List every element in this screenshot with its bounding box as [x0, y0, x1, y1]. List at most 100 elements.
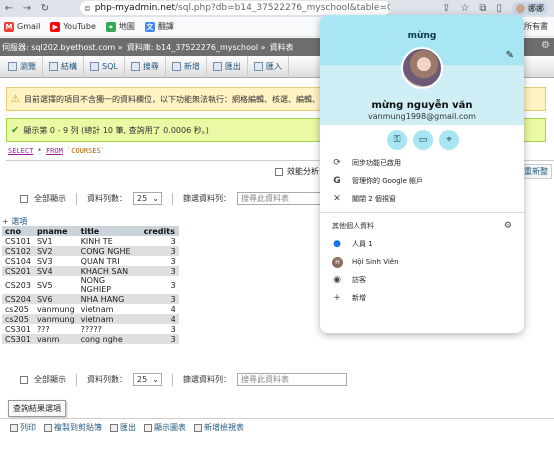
- key-icon[interactable]: ⚿: [387, 130, 407, 150]
- cell: CONG NGHE: [77, 246, 141, 256]
- cell: CS301: [2, 334, 34, 344]
- structure-icon: [49, 62, 58, 71]
- cell: SV4: [33, 266, 78, 276]
- cell: vanm: [33, 334, 78, 344]
- cell: NONG NGHIEP: [77, 276, 141, 294]
- column-header[interactable]: title: [77, 226, 141, 236]
- row-count-value: 25: [137, 375, 148, 384]
- bookmark-label: 地圖: [118, 22, 135, 31]
- show-all-checkbox[interactable]: [20, 375, 28, 384]
- print-icon: [10, 423, 18, 432]
- chart-button[interactable]: 顯示圖表: [144, 422, 186, 433]
- breadcrumb-server[interactable]: 伺服器: sql202.byethost.com »: [2, 42, 123, 53]
- column-header[interactable]: credits: [140, 226, 179, 236]
- extensions-icon[interactable]: ⧉: [479, 3, 486, 14]
- sidepanel-icon[interactable]: ▯: [496, 3, 502, 14]
- profile-popup: mừng ✎ mừng nguyễn văn vanmung1998@gmail…: [320, 15, 524, 333]
- tab-import[interactable]: 匯入: [248, 55, 289, 78]
- profile-item-hoi-sinh-vien[interactable]: H Hội Sinh Viên: [320, 253, 524, 271]
- action-label: 複製到剪貼簿: [54, 423, 102, 432]
- bookmark-gmail[interactable]: M Gmail: [4, 21, 40, 32]
- tab-search[interactable]: 搜尋: [125, 55, 166, 78]
- breadcrumb-table[interactable]: 資料表: [270, 42, 294, 53]
- view-icon: [194, 423, 202, 432]
- card-icon[interactable]: ▭: [413, 130, 433, 150]
- breadcrumb-db[interactable]: 資料庫: b14_37522276_myschool »: [127, 42, 266, 53]
- column-header[interactable]: cno: [2, 226, 34, 236]
- column-header[interactable]: pname: [33, 226, 78, 236]
- row-count-label: 資料列數：: [87, 375, 127, 384]
- profile-item-person1[interactable]: ● 人員 1: [320, 235, 524, 253]
- show-all-label: 全部顯示: [34, 375, 66, 384]
- tab-export[interactable]: 匯出: [207, 55, 248, 78]
- profile-button[interactable]: 娜娜: [512, 2, 548, 15]
- bookmark-label: YouTube: [63, 22, 96, 31]
- row-count-select[interactable]: 25 ⌄: [133, 192, 162, 205]
- row-count-select[interactable]: 25 ⌄: [133, 373, 162, 386]
- guest-item[interactable]: ◉ 訪客: [320, 271, 524, 289]
- divider: [76, 192, 77, 205]
- bookmark-maps[interactable]: ⌖ 地圖: [105, 21, 135, 32]
- add-profile-item[interactable]: + 新增: [320, 289, 524, 307]
- edit-icon[interactable]: ✎: [506, 50, 514, 61]
- profiling-label: 效能分析: [287, 167, 319, 176]
- cell: SV2: [33, 246, 78, 256]
- show-all-checkbox[interactable]: [20, 194, 28, 203]
- check-icon: ✔: [11, 124, 20, 136]
- location-icon[interactable]: ⌖: [439, 130, 459, 150]
- filter-input[interactable]: 搜尋此資料表: [237, 373, 347, 386]
- youtube-icon: ▶: [50, 21, 61, 32]
- cell: 3: [140, 294, 179, 304]
- gear-icon[interactable]: ⚙: [541, 40, 550, 51]
- close-windows-item[interactable]: ✕ 關閉 2 個視窗: [320, 190, 524, 208]
- chevron-down-icon: ⌄: [152, 375, 159, 384]
- gmail-icon: M: [4, 21, 14, 32]
- all-bookmarks[interactable]: 所有書: [524, 21, 548, 32]
- tab-insert[interactable]: 新增: [166, 55, 207, 78]
- tab-sql[interactable]: SQL: [84, 55, 125, 78]
- cell: ???: [33, 324, 78, 334]
- back-icon[interactable]: ←: [0, 3, 18, 14]
- table-row: CS301???????? 3: [2, 324, 179, 334]
- share-icon[interactable]: ⇪: [442, 3, 450, 14]
- tab-label: 瀏覽: [20, 62, 36, 71]
- print-button[interactable]: 列印: [10, 422, 36, 433]
- browse-icon: [8, 62, 17, 71]
- chart-icon: [144, 423, 152, 432]
- export-button[interactable]: 匯出: [110, 422, 136, 433]
- profile-label: 娜娜: [528, 4, 544, 13]
- cell: SV5: [33, 276, 78, 294]
- star-icon[interactable]: ☆: [460, 3, 469, 14]
- sync-item[interactable]: ⟳ 同步功能已啟用: [320, 154, 524, 172]
- reload-icon[interactable]: ↻: [36, 3, 54, 14]
- gear-icon[interactable]: ⚙: [504, 221, 512, 231]
- cell: SV6: [33, 294, 78, 304]
- cell: vietnam: [77, 314, 141, 324]
- copy-clipboard-button[interactable]: 複製到剪貼簿: [44, 422, 102, 433]
- bookmark-youtube[interactable]: ▶ YouTube: [50, 21, 96, 32]
- site-info-icon[interactable]: ⊜: [84, 4, 91, 13]
- table-row: CS204 SV6 NHA HANG 3: [2, 294, 179, 304]
- profiling-checkbox[interactable]: [275, 167, 283, 176]
- table-controls-bottom: 全部顯示 資料列數： 25 ⌄ 篩選資料列： 搜尋此資料表: [20, 373, 347, 386]
- sql-query[interactable]: SELECT * FROM `COURSES`: [8, 147, 105, 155]
- sql-star: *: [33, 147, 46, 155]
- table-row: CS101 SV1 KINH TE 3: [2, 236, 179, 246]
- profiling-option[interactable]: 效能分析: [275, 166, 319, 177]
- table-row: CS301 vanm cong nghe 3: [2, 334, 179, 344]
- url-host: php-myadmin.net: [94, 3, 176, 13]
- address-bar[interactable]: ⊜ php-myadmin.net/sql.php?db=b14_3752227…: [80, 1, 390, 15]
- forward-icon[interactable]: →: [18, 3, 36, 14]
- chevron-down-icon: ⌄: [152, 194, 159, 203]
- table-row: cs205 vanmung vietnam 4: [2, 304, 179, 314]
- create-view-button[interactable]: 新增檢視表: [194, 422, 244, 433]
- bookmark-translate[interactable]: 文翻譯: [144, 21, 174, 32]
- cell: 3: [140, 266, 179, 276]
- cell: cs205: [2, 304, 34, 314]
- tab-browse[interactable]: 瀏覽: [2, 55, 43, 78]
- refresh-button[interactable]: 重新整: [520, 164, 552, 179]
- divider: [320, 212, 524, 213]
- tab-structure[interactable]: 結構: [43, 55, 84, 78]
- tab-label: 搜尋: [142, 62, 159, 71]
- manage-account-item[interactable]: G 管理你的 Google 帳戶: [320, 172, 524, 190]
